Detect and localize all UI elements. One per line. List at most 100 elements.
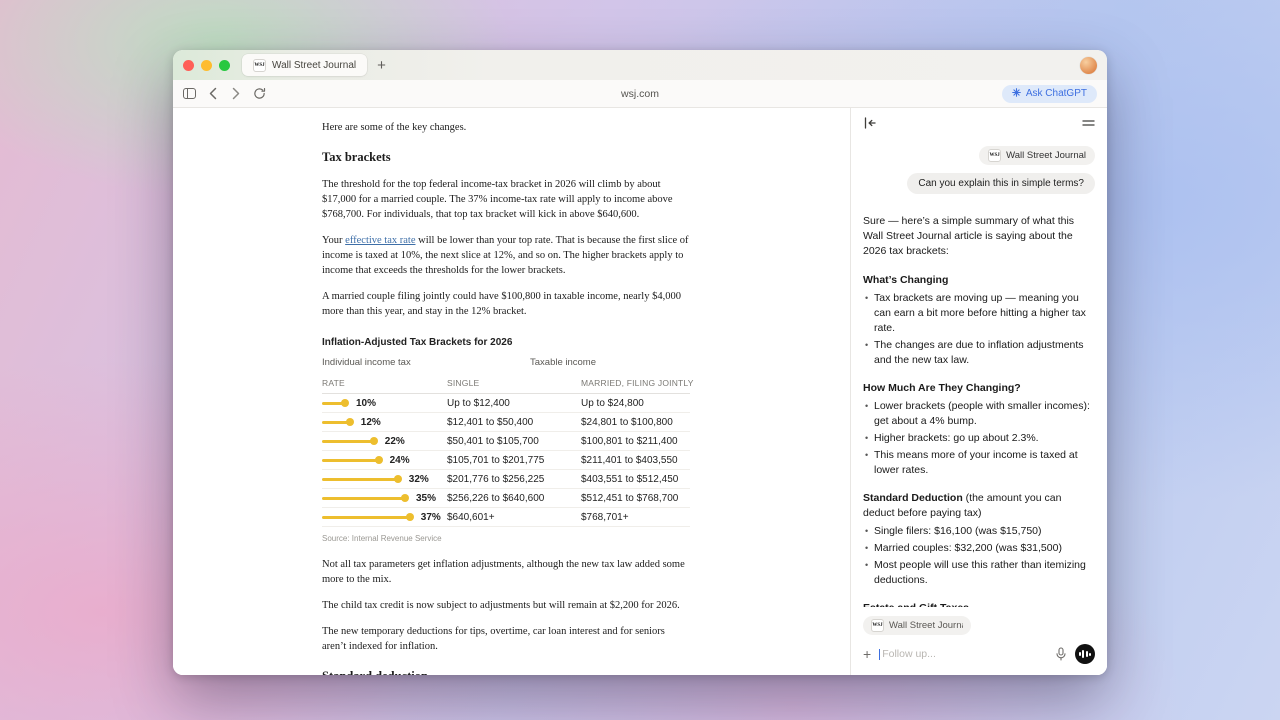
bullet-item: The changes are due to inflation adjustm… — [863, 338, 1095, 368]
sidebar-toggle-icon[interactable] — [183, 88, 196, 99]
single-range: $640,601+ — [447, 512, 581, 523]
single-range: Up to $12,400 — [447, 398, 581, 409]
section-heading-text: How Much Are They Changing? — [863, 382, 1021, 394]
rate-label: 37% — [421, 512, 441, 523]
married-range: $768,701+ — [581, 512, 690, 523]
address-url[interactable]: wsj.com — [621, 88, 659, 100]
assistant-bullet-list: Tax brackets are moving up — meaning you… — [863, 291, 1095, 368]
table-header-row: RATE SINGLE MARRIED, FILING JOINTLY — [322, 378, 690, 394]
text-cursor — [879, 649, 880, 660]
source-context-chip[interactable]: WSJ Wall Street Journal — [863, 616, 971, 635]
bullet-item: Tax brackets are moving up — meaning you… — [863, 291, 1095, 336]
window-controls — [183, 60, 230, 71]
rate-label: 32% — [409, 474, 429, 485]
table-row: 10% Up to $12,400 Up to $24,800 — [322, 394, 690, 413]
assistant-section-heading: Standard Deduction (the amount you can d… — [863, 491, 1095, 521]
tab-wall-street-journal[interactable]: WSJ Wall Street Journal — [242, 54, 367, 76]
tax-brackets-chart: Inflation-Adjusted Tax Brackets for 2026… — [322, 337, 690, 543]
married-range: $512,451 to $768,700 — [581, 493, 690, 504]
chart-title: Inflation-Adjusted Tax Brackets for 2026 — [322, 337, 690, 348]
table-row: 22% $50,401 to $105,700 $100,801 to $211… — [322, 432, 690, 451]
profile-avatar[interactable] — [1080, 57, 1097, 74]
table-row: 35% $256,226 to $640,600 $512,451 to $76… — [322, 489, 690, 508]
assistant-bullet-list: Single filers: $16,100 (was $15,750) Mar… — [863, 524, 1095, 588]
chart-right-label: Taxable income — [530, 357, 596, 368]
add-attachment-button[interactable]: + — [863, 647, 871, 661]
follow-up-input[interactable] — [882, 648, 1047, 660]
article-heading-tax-brackets: Tax brackets — [322, 150, 690, 165]
assistant-bullet-list: Lower brackets (people with smaller inco… — [863, 399, 1095, 478]
article-paragraph: Your effective tax rate will be lower th… — [322, 233, 690, 278]
desktop-wallpaper: WSJ Wall Street Journal + — [0, 0, 1280, 720]
microphone-icon[interactable] — [1055, 647, 1067, 661]
chart-left-label: Individual income tax — [322, 357, 411, 368]
wsj-favicon-icon: WSJ — [253, 59, 266, 72]
chat-composer: WSJ Wall Street Journal + — [851, 607, 1107, 675]
zoom-window-button[interactable] — [219, 60, 230, 71]
assistant-section-heading: What’s Changing — [863, 273, 1095, 288]
user-message: Can you explain this in simple terms? — [907, 173, 1095, 194]
single-range: $50,401 to $105,700 — [447, 436, 581, 447]
chatgpt-sidebar: WSJ Wall Street Journal Can you explain … — [850, 108, 1107, 675]
effective-tax-rate-link[interactable]: effective tax rate — [345, 235, 415, 246]
tab-bar: WSJ Wall Street Journal + — [173, 50, 1107, 80]
column-header-rate: RATE — [322, 378, 447, 388]
wsj-favicon-icon: WSJ — [871, 619, 884, 632]
minimize-window-button[interactable] — [201, 60, 212, 71]
context-chip-label: Wall Street Journal — [1006, 150, 1086, 161]
article-heading-standard-deduction: Standard deduction — [322, 669, 690, 675]
panel-menu-icon[interactable] — [1082, 118, 1095, 128]
ask-chatgpt-label: Ask ChatGPT — [1026, 88, 1087, 99]
context-chip[interactable]: WSJ Wall Street Journal — [979, 146, 1095, 165]
rate-bar — [322, 478, 399, 481]
source-chip-label: Wall Street Journal — [889, 620, 963, 631]
married-range: $403,551 to $512,450 — [581, 474, 690, 485]
sparkle-icon — [1012, 88, 1021, 100]
paragraph-text: Your — [322, 235, 345, 246]
rate-label: 10% — [356, 398, 376, 409]
column-header-single: SINGLE — [447, 378, 581, 388]
article-paragraph: A married couple filing jointly could ha… — [322, 289, 690, 319]
married-range: $100,801 to $211,400 — [581, 436, 690, 447]
tab-title: Wall Street Journal — [272, 60, 356, 71]
panel-header — [851, 108, 1107, 138]
collapse-panel-icon[interactable] — [863, 117, 877, 129]
forward-icon[interactable] — [230, 87, 242, 100]
assistant-intro: Sure — here’s a simple summary of what t… — [863, 214, 1095, 259]
bullet-item: Most people will use this rather than it… — [863, 558, 1095, 588]
chart-source: Source: Internal Revenue Service — [322, 534, 690, 543]
married-range: $211,401 to $403,550 — [581, 455, 690, 466]
back-icon[interactable] — [207, 87, 219, 100]
chat-transcript: WSJ Wall Street Journal Can you explain … — [851, 138, 1107, 607]
bullet-item: Lower brackets (people with smaller inco… — [863, 399, 1095, 429]
rate-bar — [322, 459, 380, 462]
new-tab-button[interactable]: + — [377, 58, 386, 73]
bullet-item: This means more of your income is taxed … — [863, 448, 1095, 478]
rate-label: 22% — [385, 436, 405, 447]
voice-mode-button[interactable] — [1075, 644, 1095, 664]
assistant-message: Sure — here’s a simple summary of what t… — [863, 214, 1095, 607]
column-header-married: MARRIED, FILING JOINTLY — [581, 378, 694, 388]
assistant-section-heading: How Much Are They Changing? — [863, 381, 1095, 396]
article-paragraph: Not all tax parameters get inflation adj… — [322, 557, 690, 587]
content-area: Here are some of the key changes. Tax br… — [173, 108, 1107, 675]
rate-bar — [322, 421, 351, 424]
single-range: $201,776 to $256,225 — [447, 474, 581, 485]
rate-label: 24% — [390, 455, 410, 466]
article-page: Here are some of the key changes. Tax br… — [173, 108, 850, 675]
bullet-item: Married couples: $32,200 (was $31,500) — [863, 541, 1095, 556]
browser-window: WSJ Wall Street Journal + — [173, 50, 1107, 675]
ask-chatgpt-button[interactable]: Ask ChatGPT — [1002, 85, 1097, 103]
reload-icon[interactable] — [253, 87, 266, 100]
rate-bar — [322, 402, 346, 405]
bullet-item: Single filers: $16,100 (was $15,750) — [863, 524, 1095, 539]
section-heading-text: What’s Changing — [863, 274, 948, 286]
single-range: $256,226 to $640,600 — [447, 493, 581, 504]
rate-bar — [322, 497, 406, 500]
table-row: 32% $201,776 to $256,225 $403,551 to $51… — [322, 470, 690, 489]
table-row: 24% $105,701 to $201,775 $211,401 to $40… — [322, 451, 690, 470]
article-paragraph: The new temporary deductions for tips, o… — [322, 624, 690, 654]
married-range: $24,801 to $100,800 — [581, 417, 690, 428]
rate-label: 12% — [361, 417, 381, 428]
close-window-button[interactable] — [183, 60, 194, 71]
